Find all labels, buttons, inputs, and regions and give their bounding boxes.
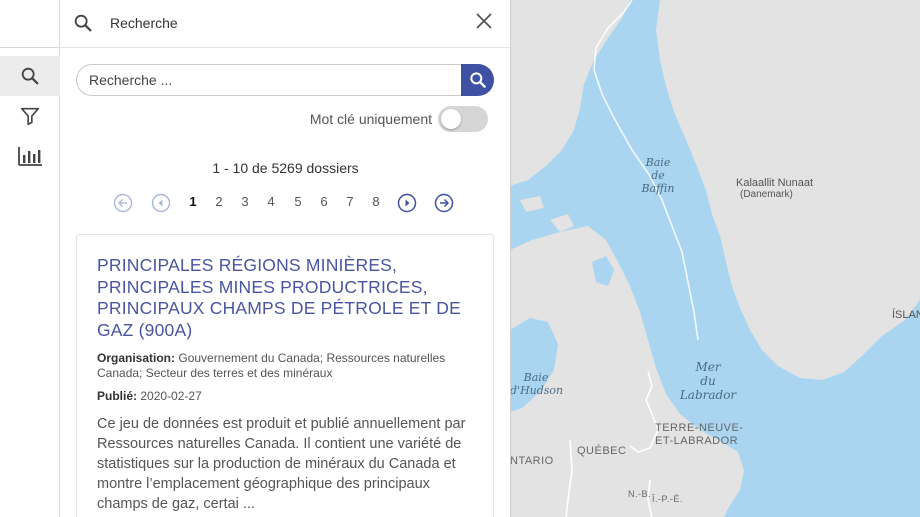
search-submit-button[interactable] [461,64,494,96]
panel-header: Recherche [60,0,510,48]
chart-icon [18,147,42,166]
result-description: Ce jeu de données est produit et publié … [97,416,466,512]
result-published: Publié: 2020-02-27 [97,389,477,404]
result-card: PRINCIPALES RÉGIONS MINIÈRES, PRINCIPALE… [76,234,494,517]
land-island [550,214,574,232]
page-number[interactable]: 7 [343,194,357,209]
land-island [520,196,544,212]
map-label-line: Mer [695,360,721,374]
page-number[interactable]: 6 [317,194,331,209]
map-label-line: du [700,374,716,388]
keyword-only-label: Mot clé uniquement [309,111,432,127]
last-page-icon[interactable] [434,193,454,213]
map-label-line: Labrador [679,388,737,402]
map-label-pei: Î.-P.-É. [652,494,683,504]
toggle-knob [441,109,461,129]
page-number[interactable]: 4 [264,194,278,209]
map-label-labrador: ET-LABRADOR [655,435,739,447]
map-view[interactable]: Baie de Baffin Kalaallit Nunaat (Danemar… [510,0,920,517]
map-label-iceland: ÍSLAND [892,309,920,321]
map-label-line: Baie [523,371,549,384]
map-label-line: de [651,169,665,182]
map-label-baffin-bay: Baie de Baffin [638,156,678,195]
land-baffin-island [510,0,630,186]
app-root: Recherche Mot clé uniquement 1 - 10 de 5… [0,0,920,517]
keyword-only-toggle[interactable] [438,106,488,132]
panel-title: Recherche [110,15,178,31]
next-page-icon[interactable] [397,193,417,213]
map-label-quebec: QUÉBEC [577,445,627,457]
close-icon[interactable] [474,11,494,31]
page-number[interactable]: 2 [212,194,226,209]
map-label-denmark: (Danemark) [740,189,793,200]
page-number[interactable]: 8 [369,194,383,209]
page-number[interactable]: 5 [291,194,305,209]
map-label-labrador-sea: Mer du Labrador [678,360,738,402]
keyword-only-toggle-row: Mot clé uniquement [310,106,488,132]
map-label-greenland: Kalaallit Nunaat [736,177,814,189]
map-label-line: Baffin [641,182,675,195]
map-label-line: d'Hudson [510,384,564,397]
published-value: 2020-02-27 [140,389,202,403]
published-label: Publié: [97,389,138,403]
result-organisation: Organisation: Gouvernement du Canada; Re… [97,351,477,381]
map-label-line: Baie [645,156,671,169]
map-label-newfoundland: TERRE-NEUVE- [655,422,744,434]
filter-icon [20,107,40,126]
results-count: 1 - 10 de 5269 dossiers [212,160,359,176]
search-icon [469,72,486,88]
search-icon [74,14,92,32]
organisation-label: Organisation: [97,351,176,365]
sidebar-filter-button[interactable] [0,96,60,136]
sidebar-rail [0,0,60,517]
pagination: 1 2 3 4 5 6 7 8 [60,192,510,214]
search-panel: Recherche Mot clé uniquement 1 - 10 de 5… [60,0,511,517]
search-bar [76,64,494,96]
page-number-current[interactable]: 1 [186,194,200,209]
sidebar-search-button[interactable] [0,56,60,96]
search-input[interactable] [76,64,462,96]
result-title-link[interactable]: PRINCIPALES RÉGIONS MINIÈRES, PRINCIPALE… [97,255,477,341]
sidebar-rail-header [0,0,59,48]
page-number[interactable]: 3 [238,194,252,209]
sidebar-chart-button[interactable] [0,136,60,176]
map-label-ontario: NTARIO [510,455,554,467]
map-label-hudson-bay: Baie d'Hudson [510,371,564,397]
search-icon [21,67,39,85]
first-page-icon[interactable] [113,193,133,213]
previous-page-icon[interactable] [151,193,171,213]
map-label-new-brunswick: N.-B. [628,489,652,499]
